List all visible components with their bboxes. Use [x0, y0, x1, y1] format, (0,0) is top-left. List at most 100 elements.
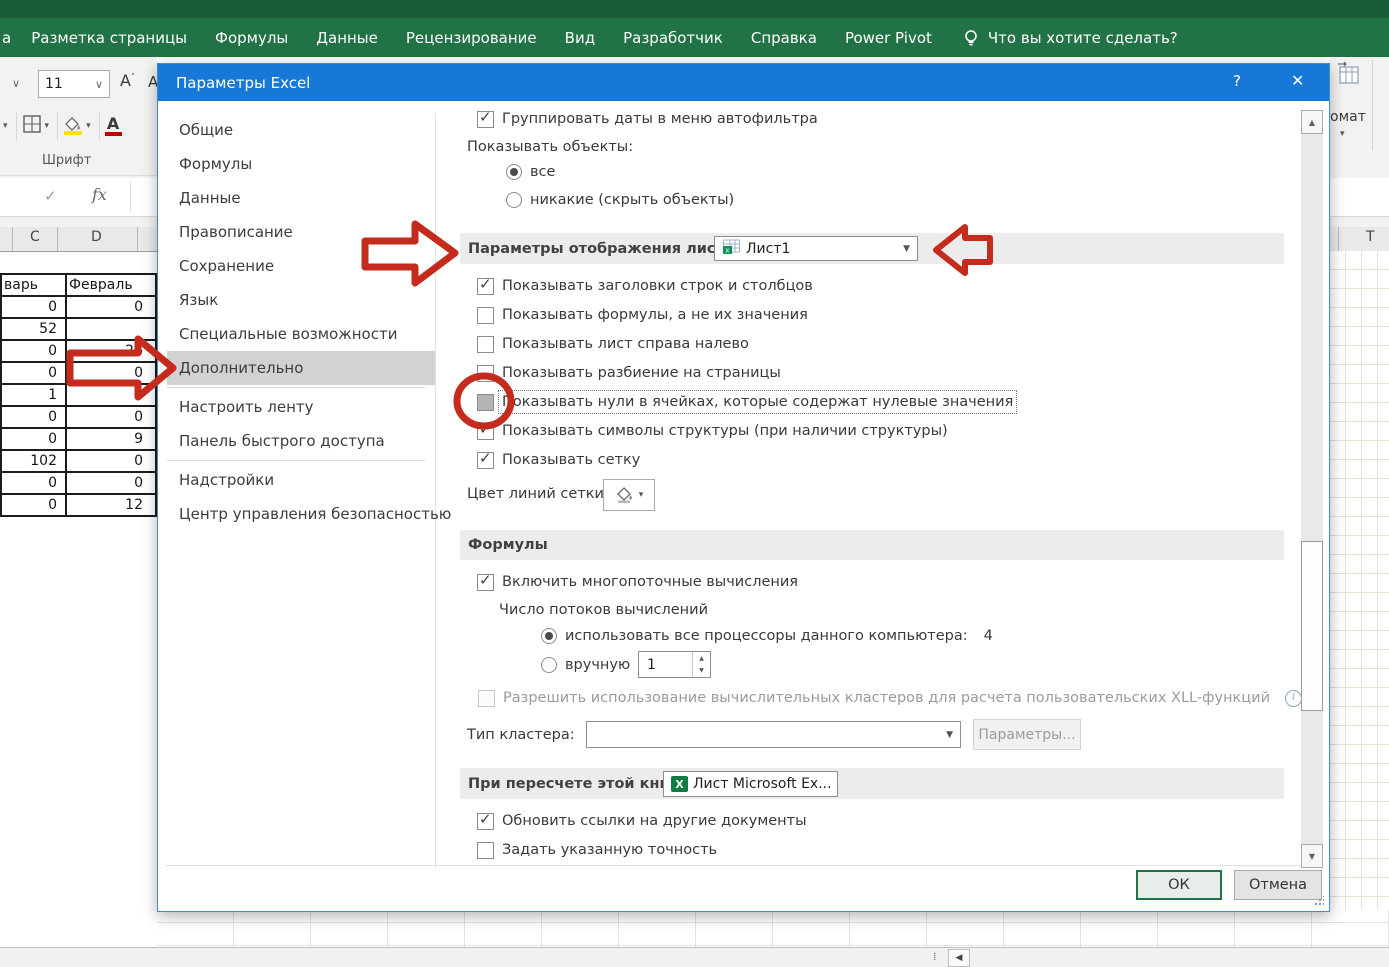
nav-item[interactable]: Сохранение: [167, 249, 435, 283]
checkbox[interactable]: [477, 111, 494, 128]
checkbox[interactable]: [477, 394, 494, 411]
scroll-up-icon[interactable]: ▲: [1301, 110, 1323, 134]
checkbox[interactable]: [477, 278, 494, 295]
table-cell[interactable]: 0: [66, 362, 156, 384]
resize-grip[interactable]: [1314, 896, 1324, 906]
nav-item[interactable]: Формулы: [167, 147, 435, 181]
table-cell[interactable]: 0: [66, 406, 156, 428]
format-button-label[interactable]: омат: [1330, 109, 1366, 125]
checkbox[interactable]: [477, 336, 494, 353]
column-header-t[interactable]: T: [1366, 229, 1375, 245]
table-cell[interactable]: 102: [1, 450, 66, 472]
grid-color-button[interactable]: ▾: [603, 479, 655, 511]
checkbox[interactable]: [477, 307, 494, 324]
ribbon-tab[interactable]: Вид: [551, 29, 609, 47]
nav-item[interactable]: Надстройки: [167, 463, 435, 497]
nav-item[interactable]: Специальные возможности: [167, 317, 435, 351]
table-cell[interactable]: 0: [1, 406, 66, 428]
table-cell[interactable]: 0: [1, 472, 66, 494]
recalc-workbook-dropdown[interactable]: X Лист Microsoft Ex... ▼: [663, 771, 838, 797]
cluster-type-dropdown[interactable]: ▼: [586, 721, 961, 748]
radio-button[interactable]: [541, 628, 557, 644]
table-cell[interactable]: 9: [66, 428, 156, 450]
font-group-label: Шрифт: [42, 153, 91, 168]
chevron-down-icon[interactable]: ▾: [3, 121, 8, 131]
table-header-cell[interactable]: варь: [1, 274, 66, 296]
table-cell[interactable]: 0: [1, 296, 66, 318]
divider: [1372, 60, 1373, 150]
ribbon-tab[interactable]: Формулы: [201, 29, 302, 47]
chevron-down-icon[interactable]: ▾: [45, 121, 50, 131]
ribbon-tab[interactable]: Разметка страницы: [17, 29, 201, 47]
table-cell[interactable]: 0: [1, 428, 66, 450]
table-cell[interactable]: 0: [1, 494, 66, 516]
font-name-dropdown-caret[interactable]: ∨: [12, 77, 20, 90]
manual-threads-spinner[interactable]: 1 ▲ ▼: [638, 651, 711, 678]
nav-item[interactable]: Правописание: [167, 215, 435, 249]
nav-item[interactable]: Общие: [167, 113, 435, 147]
scrollbar-thumb[interactable]: [1301, 541, 1323, 711]
checkbox[interactable]: [477, 574, 494, 591]
fill-color-icon[interactable]: [63, 117, 83, 135]
format-icon[interactable]: [1336, 61, 1362, 91]
table-header-cell[interactable]: Февраль: [66, 274, 156, 296]
nav-item[interactable]: Данные: [167, 181, 435, 215]
insert-function-icon[interactable]: fx: [92, 185, 107, 204]
nav-item[interactable]: Язык: [167, 283, 435, 317]
table-cell[interactable]: 0: [1, 340, 66, 362]
table-cell[interactable]: 52: [1, 318, 66, 340]
table-cell[interactable]: 1: [1, 384, 66, 406]
checkbox[interactable]: [477, 365, 494, 382]
ribbon-tab[interactable]: Данные: [302, 29, 392, 47]
svg-text:x: x: [725, 246, 729, 254]
column-header-d[interactable]: D: [91, 229, 102, 245]
checkbox[interactable]: [477, 452, 494, 469]
ribbon-tab[interactable]: Рецензирование: [392, 29, 551, 47]
ok-button[interactable]: ОК: [1136, 870, 1222, 900]
table-cell[interactable]: 0: [66, 450, 156, 472]
chevron-down-icon[interactable]: ▾: [86, 121, 91, 131]
nav-item[interactable]: Панель быстрого доступа: [167, 424, 435, 458]
cluster-type-label: Тип кластера:: [467, 723, 575, 747]
spinner-arrows[interactable]: ▲ ▼: [692, 652, 710, 677]
ribbon-tab[interactable]: Справка: [737, 29, 831, 47]
sheet-nav-left-button[interactable]: ◀: [948, 949, 970, 967]
increase-font-button[interactable]: A˄: [120, 71, 135, 90]
cancel-button[interactable]: Отмена: [1234, 870, 1322, 900]
borders-icon[interactable]: [22, 114, 42, 138]
table-cell[interactable]: 0: [66, 472, 156, 494]
radio-button[interactable]: [506, 192, 522, 208]
nav-item[interactable]: Дополнительно: [167, 351, 435, 385]
radio-button[interactable]: [506, 164, 522, 180]
sheet-selector-dropdown[interactable]: x Лист1 ▼: [714, 236, 918, 261]
ribbon-tab[interactable]: а: [0, 29, 17, 47]
enter-check-icon[interactable]: ✓: [44, 187, 57, 205]
checkbox[interactable]: [477, 842, 494, 859]
column-header-c[interactable]: C: [30, 229, 40, 245]
dialog-scrollbar[interactable]: ▲ ▼: [1301, 110, 1323, 868]
radio-button[interactable]: [541, 657, 557, 673]
table-cell[interactable]: 12: [66, 494, 156, 516]
decrease-font-button[interactable]: A: [148, 73, 157, 91]
checkbox[interactable]: [477, 813, 494, 830]
checkbox[interactable]: [477, 423, 494, 440]
checkbox-label: Показывать формулы, а не их значения: [502, 307, 808, 323]
dialog-title-bar[interactable]: Параметры Excel: [158, 64, 1329, 101]
help-icon[interactable]: ?: [1233, 72, 1241, 90]
font-size-dropdown[interactable]: 11 ∨: [38, 70, 110, 98]
nav-item[interactable]: Центр управления безопасностью: [167, 497, 435, 531]
close-icon[interactable]: ✕: [1291, 71, 1304, 90]
scroll-down-icon[interactable]: ▼: [1301, 844, 1323, 868]
table-cell[interactable]: 0: [66, 384, 156, 406]
font-color-icon[interactable]: A: [105, 117, 122, 136]
table-cell[interactable]: [66, 318, 156, 340]
table-cell[interactable]: 0: [66, 296, 156, 318]
nav-item[interactable]: Настроить ленту: [167, 390, 435, 424]
ribbon-tab[interactable]: Разработчик: [609, 29, 737, 47]
ribbon-tab[interactable]: Power Pivot: [831, 29, 946, 47]
table-cell[interactable]: 0: [1, 362, 66, 384]
tell-me-box[interactable]: Что вы хотите сделать?: [988, 29, 1178, 47]
table-cell[interactable]: 26: [66, 340, 156, 362]
tabbar-splitter[interactable]: ⁞: [933, 950, 937, 963]
checkbox-label: Задать указанную точность: [502, 842, 717, 858]
